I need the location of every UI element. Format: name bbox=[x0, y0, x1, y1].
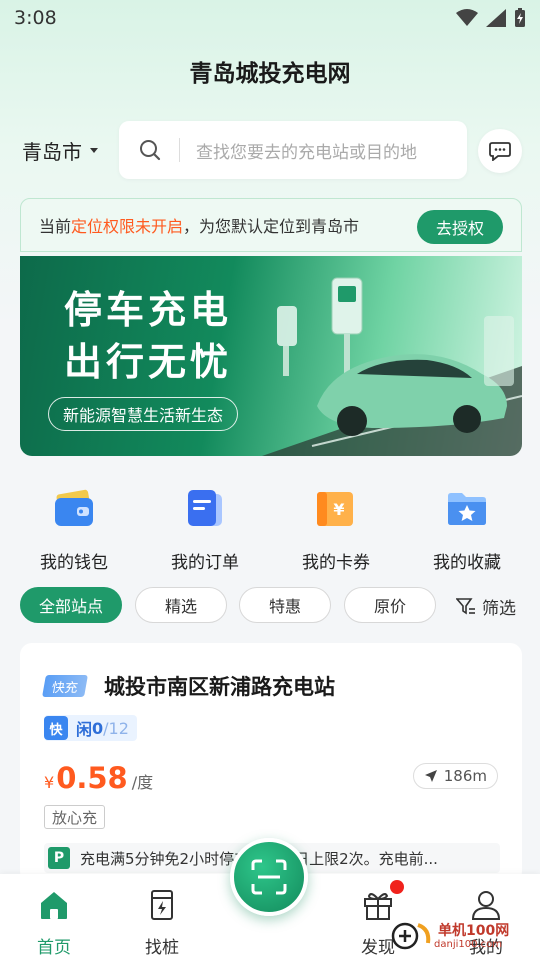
search-row: 青岛市 查找您要去的充电站或目的地 bbox=[0, 121, 540, 179]
chip-discount[interactable]: 特惠 bbox=[239, 587, 331, 623]
quick-wallet[interactable]: 我的钱包 bbox=[19, 480, 129, 573]
city-selector[interactable]: 青岛市 bbox=[22, 136, 98, 165]
home-icon bbox=[41, 892, 67, 919]
quick-orders[interactable]: 我的订单 bbox=[150, 480, 260, 573]
price: ¥ 0.58 /度 bbox=[44, 761, 153, 795]
status-time: 3:08 bbox=[14, 7, 57, 29]
chip-featured[interactable]: 精选 bbox=[135, 587, 227, 623]
fast-charge-badge: 快充 bbox=[42, 675, 88, 697]
wallet-icon bbox=[55, 489, 93, 526]
watermark-icon bbox=[391, 922, 431, 950]
wifi-icon bbox=[456, 9, 478, 26]
tab-find-pile-label: 找桩 bbox=[145, 938, 179, 958]
favorites-folder-icon bbox=[448, 493, 486, 525]
search-placeholder: 查找您要去的充电站或目的地 bbox=[196, 142, 417, 163]
watermark-sub: danji100.com bbox=[434, 938, 502, 950]
distance-value: 186m bbox=[443, 767, 487, 785]
station-name: 城投市南区新浦路充电站 bbox=[104, 675, 335, 699]
chip-all-stations[interactable]: 全部站点 bbox=[20, 587, 122, 623]
scan-button[interactable] bbox=[230, 838, 308, 916]
promo-banner[interactable]: 停车充电 出行无忧 新能源智慧生活新生态 bbox=[20, 256, 522, 456]
banner-tag: 新能源智慧生活新生态 bbox=[48, 397, 239, 431]
idle-count: 0 bbox=[92, 718, 104, 738]
parking-icon: P bbox=[48, 847, 70, 869]
filter-button[interactable]: 筛选 bbox=[456, 594, 516, 619]
tab-home-label: 首页 bbox=[37, 938, 71, 958]
quick-coupons-label: 我的卡券 bbox=[302, 553, 370, 573]
banner-line1: 停车充电 bbox=[64, 288, 233, 332]
assured-tag: 放心充 bbox=[44, 805, 106, 829]
watermark-text: 单机100网 bbox=[438, 922, 510, 939]
notice-prefix: 当前 bbox=[39, 217, 72, 236]
filter-label: 筛选 bbox=[482, 599, 516, 619]
quick-orders-label: 我的订单 bbox=[171, 553, 239, 573]
svg-text:¥: ¥ bbox=[333, 500, 344, 519]
filter-icon bbox=[456, 597, 475, 614]
tab-find-pile[interactable]: 找桩 bbox=[122, 888, 202, 958]
app-title: 青岛城投充电网 bbox=[189, 61, 351, 87]
order-icon bbox=[188, 490, 222, 526]
location-notice: 当前 定位权限未开启 ，为您默认定位到青岛市 去授权 bbox=[20, 198, 522, 252]
charging-pile-icon bbox=[151, 890, 173, 920]
price-value: 0.58 bbox=[56, 761, 128, 795]
status-bar: 3:08 bbox=[0, 0, 540, 36]
status-icons bbox=[456, 8, 526, 28]
caret-down-icon bbox=[90, 148, 98, 153]
notification-dot bbox=[390, 880, 404, 894]
scan-icon bbox=[251, 859, 287, 895]
fast-label: 快 bbox=[44, 716, 68, 740]
availability-badge: 快 闲 0/12 bbox=[44, 715, 137, 741]
notice-suffix: ，为您默认定位到青岛市 bbox=[183, 217, 360, 236]
banner-headline: 停车充电 出行无忧 bbox=[64, 284, 232, 388]
price-currency: ¥ bbox=[44, 773, 55, 792]
authorize-button[interactable]: 去授权 bbox=[417, 210, 503, 244]
battery-icon bbox=[515, 8, 525, 27]
watermark-logo: 单机100网 danji100.com bbox=[390, 912, 540, 960]
quick-actions: 我的钱包 我的订单 ¥ 我的卡券 我的收藏 bbox=[0, 480, 540, 573]
quick-favorites[interactable]: 我的收藏 bbox=[412, 480, 522, 573]
quick-wallet-label: 我的钱包 bbox=[40, 553, 108, 573]
price-unit: /度 bbox=[131, 773, 154, 792]
banner-line2: 出行无忧 bbox=[64, 340, 233, 384]
search-input[interactable]: 查找您要去的充电站或目的地 bbox=[119, 121, 467, 179]
notice-highlight: 定位权限未开启 bbox=[71, 217, 184, 236]
total-count: /12 bbox=[103, 718, 129, 738]
chat-bubble-icon bbox=[489, 142, 511, 161]
chip-original-price[interactable]: 原价 bbox=[344, 587, 436, 623]
coupon-icon: ¥ bbox=[317, 492, 353, 526]
tab-home[interactable]: 首页 bbox=[14, 888, 94, 958]
ev-car-illustration bbox=[262, 277, 522, 456]
distance-badge[interactable]: 186m bbox=[412, 763, 498, 789]
quick-coupons[interactable]: ¥ 我的卡券 bbox=[281, 480, 391, 573]
city-label: 青岛市 bbox=[22, 140, 82, 164]
search-icon bbox=[140, 140, 161, 161]
message-button[interactable] bbox=[478, 129, 522, 173]
signal-icon bbox=[486, 9, 506, 27]
search-divider bbox=[179, 138, 180, 162]
quick-favorites-label: 我的收藏 bbox=[433, 553, 501, 573]
idle-prefix: 闲 bbox=[76, 720, 93, 739]
navigation-arrow-icon bbox=[424, 770, 437, 782]
filter-bar: 全部站点 精选 特惠 原价 筛选 bbox=[0, 587, 540, 623]
